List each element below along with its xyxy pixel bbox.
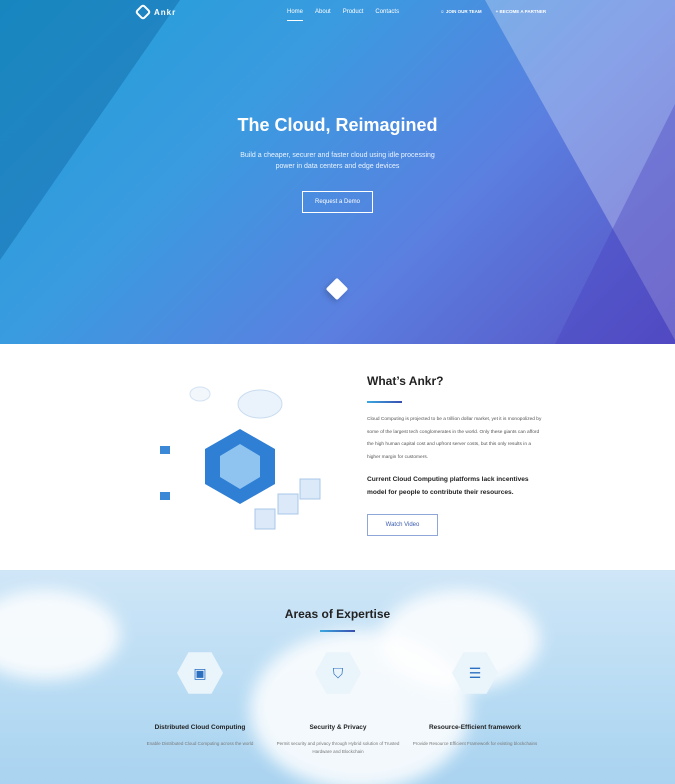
- join-team-link[interactable]: ☺ JOIN OUR TEAM: [440, 9, 482, 14]
- about-section: What’s Ankr? Cloud Computing is projecte…: [0, 344, 675, 570]
- chip-icon: ▣: [177, 652, 223, 694]
- about-body: Cloud Computing is projected to be a tri…: [367, 417, 542, 461]
- card-desc: Enable Distributed Cloud Computing acros…: [146, 741, 254, 746]
- logo[interactable]: Ankr: [134, 3, 177, 21]
- title-underline: [367, 401, 402, 403]
- hero-title: The Cloud, Reimagined: [237, 115, 438, 135]
- card-title: Distributed Cloud Computing: [154, 724, 246, 731]
- card-desc: Provide Resource Efficient Framework for…: [412, 741, 538, 746]
- top-nav: Ankr Home About Product Contacts ☺ JOIN …: [0, 0, 675, 25]
- cloud-decor: [0, 590, 120, 680]
- about-highlight: Current Cloud Computing platforms lack i…: [367, 475, 529, 496]
- partner-link[interactable]: + BECOME A PARTNER: [496, 9, 546, 14]
- ankr-logo-icon: [134, 3, 152, 21]
- expertise-title: Areas of Expertise: [284, 607, 391, 621]
- hero-subtitle: Build a cheaper, securer and faster clou…: [240, 152, 435, 170]
- shield-icon: ⛉: [315, 652, 361, 694]
- nav-contacts[interactable]: Contacts: [375, 9, 399, 21]
- expertise-card: ⛉ Security & Privacy Permit security and…: [268, 650, 408, 756]
- expertise-card: ▣ Distributed Cloud Computing Enable Dis…: [130, 650, 270, 748]
- join-label: JOIN OUR TEAM: [445, 9, 482, 14]
- watch-video-button[interactable]: Watch Video: [367, 513, 438, 536]
- nav-product[interactable]: Product: [343, 9, 364, 21]
- framework-icon: ☰: [452, 652, 498, 694]
- card-title: Security & Privacy: [309, 724, 367, 731]
- partner-label: BECOME A PARTNER: [499, 9, 547, 14]
- cloud-network-illustration: [160, 386, 321, 530]
- hero-section: Ankr Home About Product Contacts ☺ JOIN …: [0, 0, 675, 344]
- nav-home[interactable]: Home: [287, 9, 304, 21]
- nav-about[interactable]: About: [315, 9, 331, 21]
- card-title: Resource-Efficient framework: [428, 724, 522, 731]
- expertise-section: Areas of Expertise ▣ Distributed Cloud C…: [0, 570, 675, 784]
- about-title: What’s Ankr?: [367, 374, 444, 388]
- decor-facet: [555, 104, 675, 344]
- expertise-card: ☰ Resource-Efficient framework Provide R…: [405, 650, 545, 748]
- card-desc: Permit security and privacy through Hybr…: [276, 741, 400, 754]
- request-demo-button[interactable]: Request a Demo: [302, 191, 373, 213]
- title-underline: [320, 630, 355, 632]
- scroll-down-icon[interactable]: [325, 277, 349, 301]
- brand-name: Ankr: [154, 7, 177, 17]
